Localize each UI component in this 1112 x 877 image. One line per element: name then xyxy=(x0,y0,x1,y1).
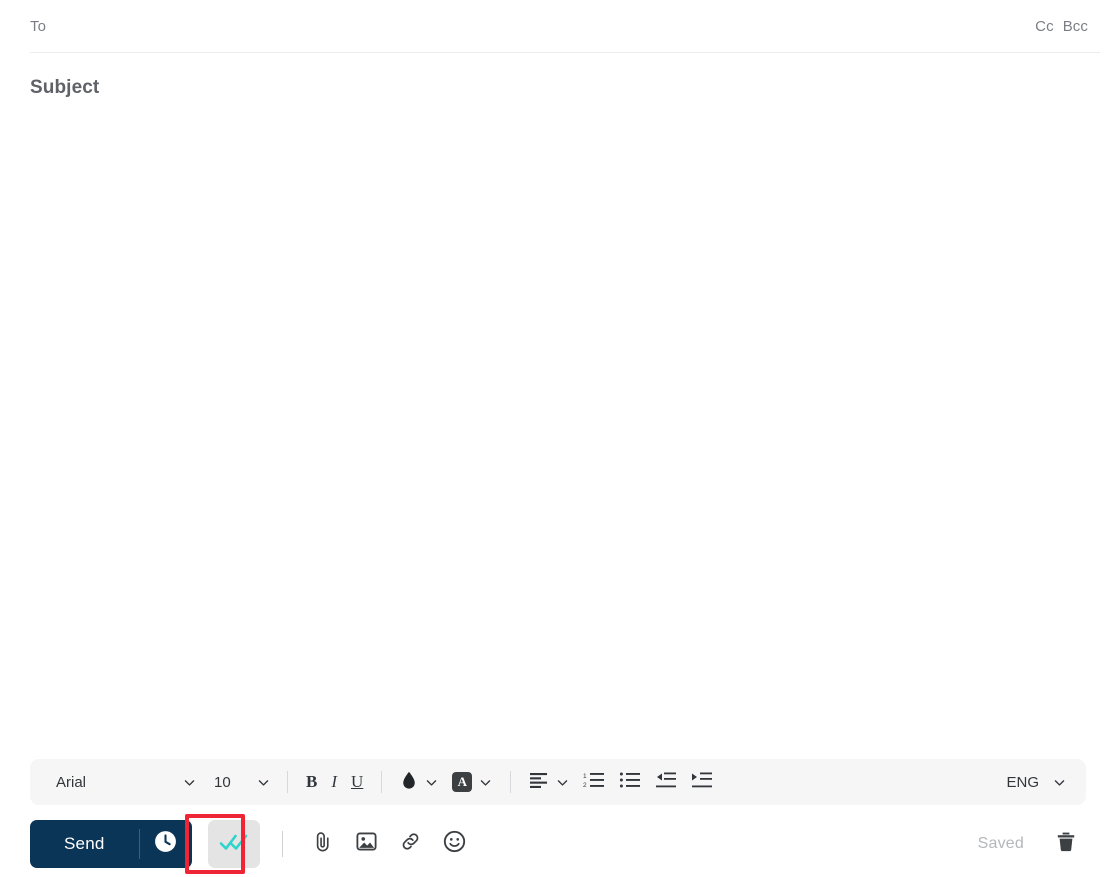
chevron-down-icon xyxy=(479,776,492,789)
italic-button[interactable]: I xyxy=(324,765,344,799)
message-body-editor[interactable] xyxy=(0,109,1112,759)
clock-icon xyxy=(153,829,178,859)
bullet-list-button[interactable] xyxy=(612,765,648,799)
send-button[interactable]: Send xyxy=(30,820,139,868)
language-value: ENG xyxy=(1006,773,1039,791)
discard-draft-button[interactable] xyxy=(1046,824,1086,864)
formatting-toolbar: Arial 10 B I U A 1 2 ENG xyxy=(30,759,1086,805)
indent-icon xyxy=(691,771,713,794)
cc-bcc-group: Cc Bcc xyxy=(1035,18,1100,35)
subject-input[interactable] xyxy=(30,77,1100,99)
email-compose-window: Cc Bcc Arial 10 B I U xyxy=(0,0,1112,877)
text-color-button[interactable] xyxy=(393,765,445,799)
trash-icon xyxy=(1054,830,1078,859)
bullet-list-icon xyxy=(619,771,641,794)
send-button-group: Send xyxy=(30,814,245,874)
font-size-select[interactable]: 10 xyxy=(206,765,276,799)
chevron-down-icon xyxy=(425,776,438,789)
recipients-row: Cc Bcc xyxy=(0,0,1112,52)
underline-icon: U xyxy=(351,772,364,791)
bcc-link[interactable]: Bcc xyxy=(1063,18,1088,35)
toolbar-separator xyxy=(381,771,383,793)
subject-row xyxy=(0,53,1112,109)
saved-status-label: Saved xyxy=(977,835,1024,852)
font-family-select[interactable]: Arial xyxy=(44,765,206,799)
toolbar-separator xyxy=(510,771,512,793)
chevron-down-icon xyxy=(1053,776,1066,789)
svg-text:1: 1 xyxy=(583,773,587,780)
italic-icon: I xyxy=(331,772,338,791)
language-select[interactable]: ENG xyxy=(1000,765,1072,799)
insert-link-button[interactable] xyxy=(389,822,433,866)
compose-action-bar: Send Saved xyxy=(0,811,1112,877)
insert-emoji-button[interactable] xyxy=(433,822,477,866)
svg-text:2: 2 xyxy=(583,782,587,789)
double-check-icon xyxy=(219,831,249,858)
align-button[interactable] xyxy=(522,765,576,799)
read-receipt-button[interactable] xyxy=(207,820,260,868)
action-bar-separator xyxy=(281,831,283,857)
chevron-down-icon xyxy=(257,776,270,789)
attach-file-button[interactable] xyxy=(301,822,345,866)
bold-button[interactable]: B xyxy=(299,765,324,799)
cc-link[interactable]: Cc xyxy=(1035,18,1054,35)
outdent-button[interactable] xyxy=(648,765,684,799)
chevron-down-icon xyxy=(183,776,196,789)
underline-button[interactable]: U xyxy=(344,765,370,799)
schedule-send-button[interactable] xyxy=(140,820,192,868)
numbered-list-icon: 1 2 xyxy=(583,771,605,794)
droplet-icon xyxy=(400,770,418,795)
link-icon xyxy=(399,830,422,858)
paperclip-icon xyxy=(311,830,334,858)
highlight-color-button[interactable]: A xyxy=(445,765,499,799)
chevron-down-icon xyxy=(556,776,569,789)
font-size-value: 10 xyxy=(214,773,231,791)
numbered-list-button[interactable]: 1 2 xyxy=(576,765,612,799)
indent-button[interactable] xyxy=(684,765,720,799)
to-input[interactable] xyxy=(30,17,1036,35)
image-icon xyxy=(355,830,378,858)
align-left-icon xyxy=(529,771,549,794)
bold-icon: B xyxy=(306,772,318,791)
insert-image-button[interactable] xyxy=(345,822,389,866)
toolbar-separator xyxy=(287,771,288,793)
font-family-value: Arial xyxy=(56,773,87,791)
highlight-icon: A xyxy=(452,772,473,792)
outdent-icon xyxy=(655,771,677,794)
emoji-icon xyxy=(442,829,467,859)
